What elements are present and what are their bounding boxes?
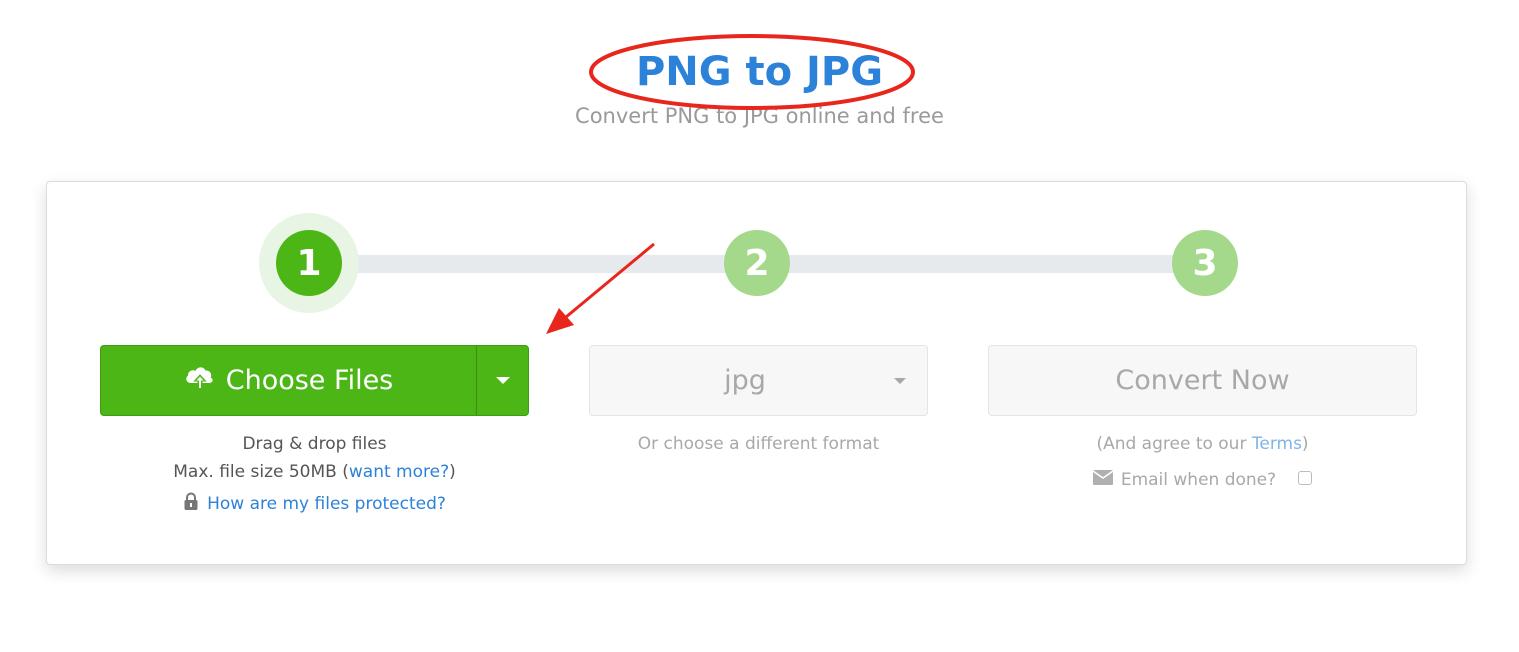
step-1-indicator: 1 [276, 230, 342, 296]
lock-icon [183, 492, 199, 516]
choose-files-split-button: Choose Files [100, 345, 529, 416]
format-select[interactable]: jpg [589, 345, 928, 416]
choose-files-label: Choose Files [225, 365, 394, 396]
converter-card: 1 2 3 Choose Files jpg Convert Now Drag … [46, 181, 1467, 565]
page-title: PNG to JPG [635, 49, 884, 95]
choose-files-button[interactable]: Choose Files [101, 346, 476, 415]
format-hint: Or choose a different format [637, 434, 880, 454]
upload-source-dropdown[interactable] [477, 346, 528, 415]
max-size-prefix: Max. file size 50MB ( [173, 462, 349, 482]
page: PNG to JPG Convert PNG to JPG online and… [0, 0, 1519, 652]
caret-down-icon [495, 377, 510, 384]
caret-down-icon [894, 378, 906, 384]
cloud-upload-icon [184, 363, 216, 398]
terms-note: (And agree to our Terms) [988, 432, 1417, 456]
email-when-done-row: Email when done? [988, 470, 1417, 490]
convert-now-button[interactable]: Convert Now [988, 345, 1417, 416]
page-subtitle: Convert PNG to JPG online and free [575, 104, 944, 128]
email-when-done-checkbox[interactable] [1298, 471, 1313, 485]
step-2-indicator: 2 [724, 230, 790, 296]
terms-suffix: ) [1301, 434, 1309, 454]
terms-link[interactable]: Terms [1252, 434, 1302, 454]
envelope-icon [1092, 470, 1114, 490]
format-select-value: jpg [724, 365, 766, 396]
terms-prefix: (And agree to our [1096, 434, 1252, 454]
drag-drop-hint: Drag & drop files [242, 434, 387, 454]
file-protection-row: How are my files protected? [100, 492, 529, 516]
want-more-link[interactable]: want more? [349, 462, 449, 482]
max-size-suffix: ) [449, 462, 456, 482]
files-protected-link[interactable]: How are my files protected? [207, 494, 446, 514]
email-when-done-label: Email when done? [1120, 470, 1277, 490]
step-3-indicator: 3 [1172, 230, 1238, 296]
max-file-size-note: Max. file size 50MB (want more?) [100, 460, 529, 484]
